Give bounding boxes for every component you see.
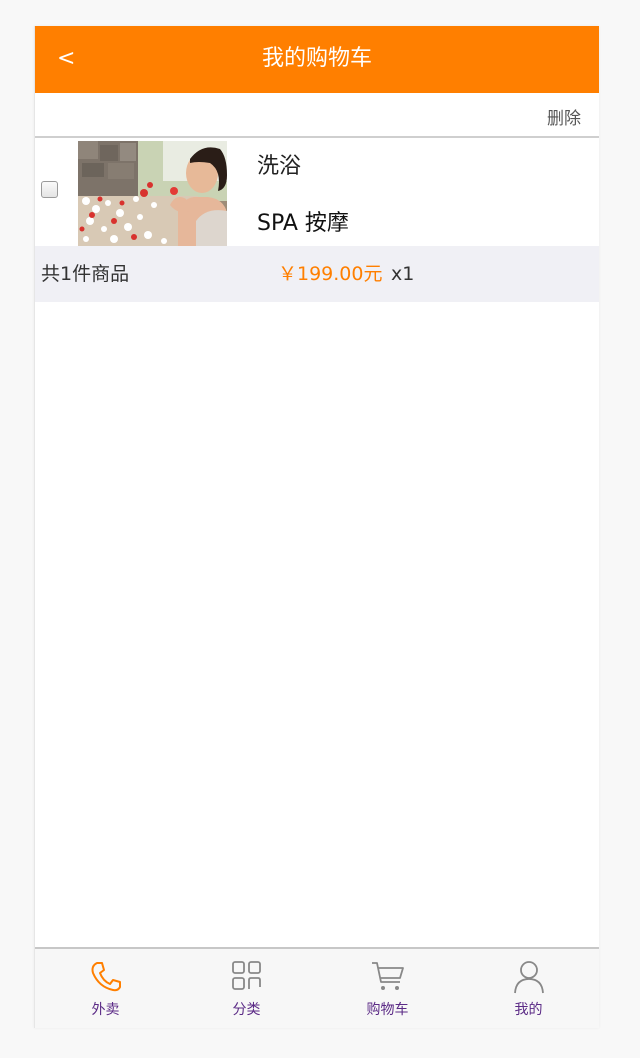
page-title: 我的购物车 <box>261 46 372 71</box>
item-checkbox[interactable] <box>41 181 58 198</box>
tab-label: 外卖 <box>91 1002 120 1018</box>
user-icon <box>513 961 544 994</box>
product-subtitle[interactable]: SPA 按摩 <box>257 209 349 239</box>
app-container: < 我的购物车 删除 洗浴 SPA 按摩 共1件商品 ￥199.00元 x1 外… <box>34 26 599 1028</box>
tab-label: 购物车 <box>366 1002 409 1018</box>
tab-label: 分类 <box>232 1002 261 1018</box>
action-bar: 删除 <box>35 93 599 138</box>
tab-cart[interactable]: 购物车 <box>317 949 458 1028</box>
product-name[interactable]: 洗浴 <box>257 152 301 182</box>
grid-icon <box>231 961 261 990</box>
tab-takeout[interactable]: 外卖 <box>35 949 176 1028</box>
tab-label: 我的 <box>514 1002 543 1018</box>
product-image[interactable] <box>78 141 227 246</box>
tab-category[interactable]: 分类 <box>176 949 317 1028</box>
item-count-text: 共1件商品 <box>41 263 130 285</box>
item-price: ￥199.00元 <box>278 263 383 285</box>
cart-item: 洗浴 SPA 按摩 <box>35 138 599 246</box>
cart-icon <box>371 962 404 990</box>
delete-button[interactable]: 删除 <box>547 107 581 131</box>
phone-icon <box>91 962 121 992</box>
cart-summary: 共1件商品 ￥199.00元 x1 <box>35 246 599 302</box>
tab-mine[interactable]: 我的 <box>458 949 599 1028</box>
header-bar: < 我的购物车 <box>35 26 599 93</box>
spa-photo <box>78 141 227 246</box>
item-quantity: x1 <box>391 263 415 285</box>
bottom-tab-bar: 外卖 分类 购物车 我的 <box>35 947 599 1028</box>
